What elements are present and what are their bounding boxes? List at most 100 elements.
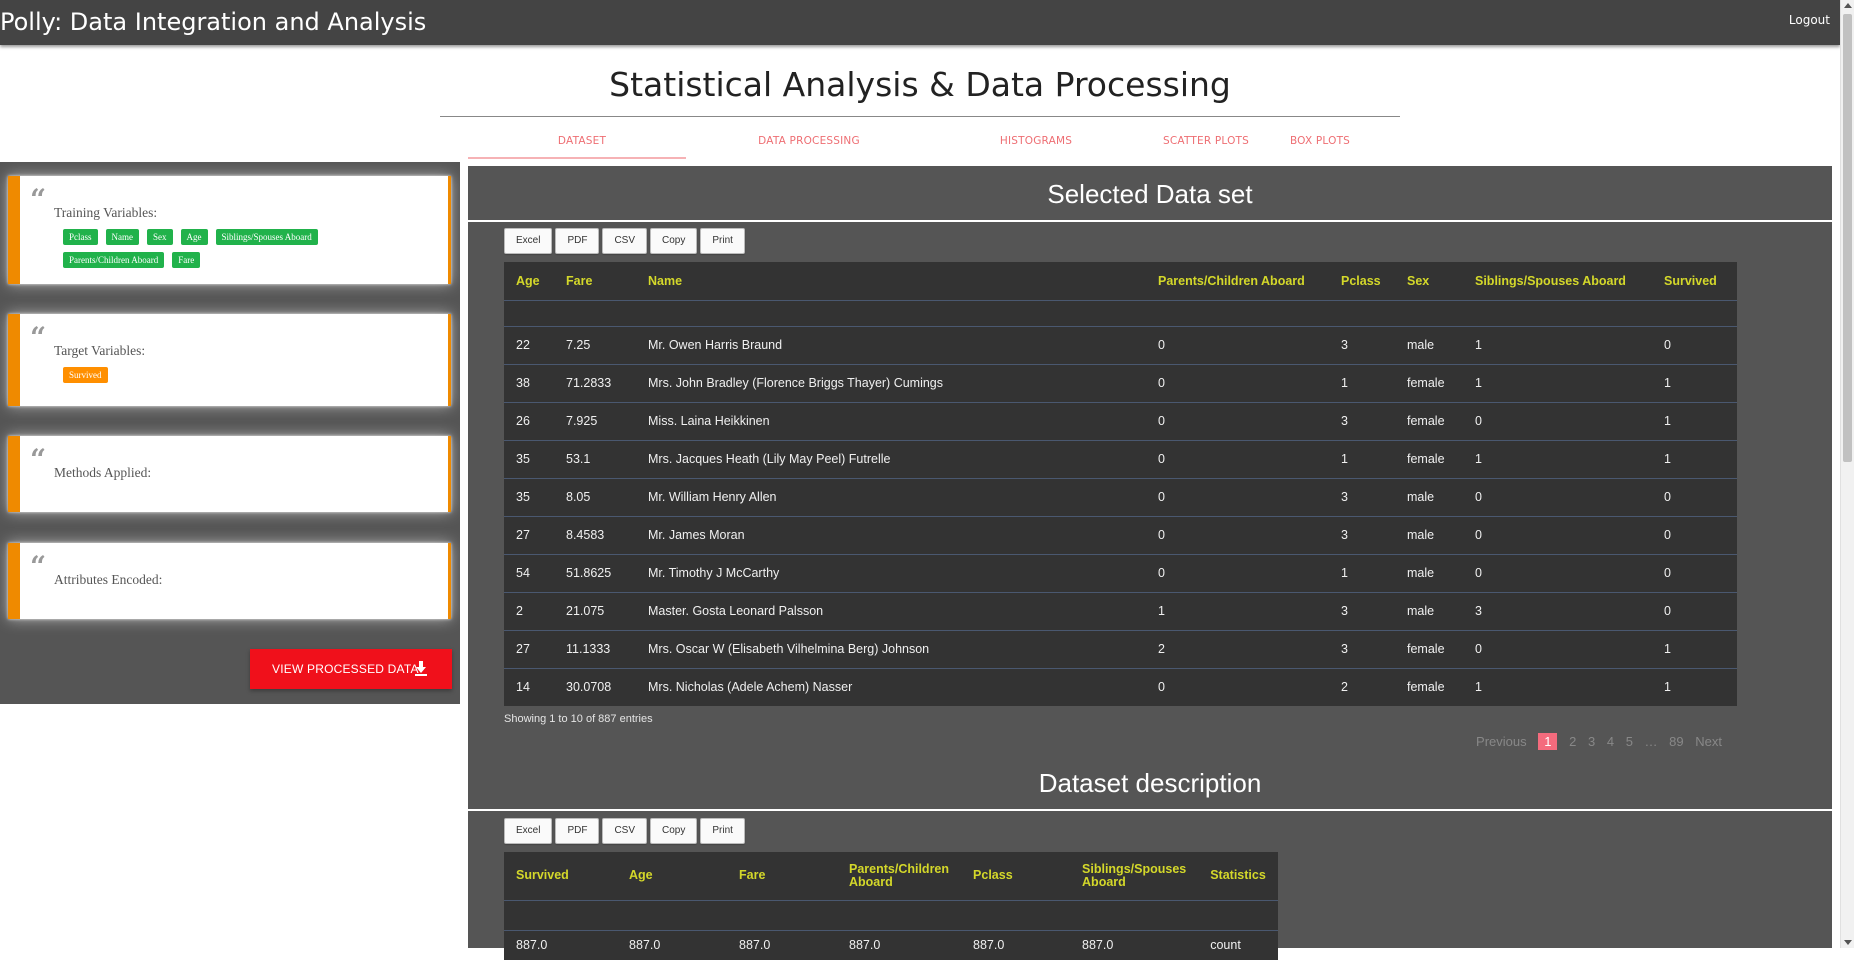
excel-button[interactable]: Excel <box>504 818 553 844</box>
copy-button[interactable]: Copy <box>650 228 698 254</box>
table-row: 38 71.2833 Mrs. John Bradley (Florence Bri… <box>504 363 1737 402</box>
table-cell: 14 <box>504 667 554 706</box>
pagination-page[interactable]: 5 <box>1626 734 1633 749</box>
table-row: 27 11.1333 Mrs. Oscar W (Elisabeth Vilhelm… <box>504 629 1737 668</box>
table-cell: 0 <box>1463 629 1652 668</box>
table-cell: 0 <box>1652 591 1737 630</box>
csv-button[interactable]: CSV <box>602 818 648 844</box>
table-cell: Mrs. Oscar W (Elisabeth Vilhelmina Berg)… <box>636 629 1146 668</box>
pagination-previous[interactable]: Previous <box>1476 734 1527 749</box>
table-cell: 0 <box>1463 401 1652 440</box>
left-sidebar: “ Training Variables: Pclass Name Sex Age Si… <box>0 162 460 704</box>
tab-dataset[interactable]: DATASET <box>558 135 606 147</box>
table-cell: Mr. Owen Harris Braund <box>636 325 1146 364</box>
table-cell: 0 <box>1146 553 1329 592</box>
table-cell: Master. Gosta Leonard Palsson <box>636 591 1146 630</box>
page-scrollbar[interactable] <box>1840 0 1854 948</box>
table-cell: 30.0708 <box>554 667 636 706</box>
training-variables-title: Training Variables: <box>54 205 158 220</box>
table-cell: Mrs. Nicholas (Adele Achem) Nasser <box>636 667 1146 706</box>
table-cell: 0 <box>1652 553 1737 592</box>
table-cell: 7.25 <box>554 325 636 364</box>
table-cell: female <box>1395 629 1463 668</box>
scrollbar-thumb[interactable] <box>1843 14 1852 462</box>
pagination-ellipsis: … <box>1644 734 1658 749</box>
table-cell: Mr. William Henry Allen <box>636 477 1146 516</box>
print-button[interactable]: Print <box>700 818 745 844</box>
column-header[interactable]: Fare <box>554 262 636 300</box>
view-processed-data-button[interactable]: VIEW PROCESSED DATA <box>250 649 452 689</box>
pagination-page[interactable]: 4 <box>1607 734 1614 749</box>
tab-scatter-plots[interactable]: SCATTER PLOTS <box>1163 135 1249 147</box>
table-cell: 35 <box>504 477 554 516</box>
tab-bar: DATASET DATA PROCESSING HISTOGRAMS SCATT… <box>0 135 1840 159</box>
pdf-button[interactable]: PDF <box>555 228 600 254</box>
target-variables-title: Target Variables: <box>54 343 146 358</box>
table-cell: 0 <box>1146 401 1329 440</box>
column-header[interactable]: Statistics <box>1198 852 1278 900</box>
column-header[interactable]: Age <box>504 262 554 300</box>
table-cell: 0 <box>1146 515 1329 554</box>
pagination-next[interactable]: Next <box>1695 734 1722 749</box>
table-cell: Mr. Timothy J McCarthy <box>636 553 1146 592</box>
chip-siblings-spouses: Siblings/Spouses Aboard <box>215 229 318 245</box>
table-cell: 887.0 <box>504 929 617 960</box>
column-header[interactable]: Survived <box>1652 262 1737 300</box>
tab-data-processing[interactable]: DATA PROCESSING <box>758 135 860 147</box>
table-cell: 3 <box>1329 515 1395 554</box>
column-header[interactable]: Siblings/Spouses Aboard <box>1070 852 1198 900</box>
column-header[interactable]: Survived <box>504 852 617 900</box>
column-header[interactable]: Name <box>636 262 1146 300</box>
pdf-button[interactable]: PDF <box>555 818 600 844</box>
excel-button[interactable]: Excel <box>504 228 553 254</box>
table-cell: 1 <box>1652 363 1737 402</box>
column-header[interactable]: Sex <box>1395 262 1463 300</box>
table-cell: 1 <box>1463 325 1652 364</box>
table-cell: male <box>1395 477 1463 516</box>
target-variables-chips: Survived <box>63 363 393 386</box>
table-row: 2 21.075 Master. Gosta Leonard Palsson 1 3 ma… <box>504 591 1737 630</box>
page-title: Statistical Analysis & Data Processing <box>609 65 1231 104</box>
table-cell: female <box>1395 401 1463 440</box>
chip-parents-children: Parents/Children Aboard <box>63 252 165 268</box>
active-tab-indicator <box>468 157 686 159</box>
table-cell: 887.0 <box>1070 929 1199 960</box>
scroll-down-arrow-icon[interactable] <box>1844 940 1852 945</box>
column-header[interactable]: Parents/Children Aboard <box>1146 262 1329 300</box>
app-title: Polly: Data Integration and Analysis <box>0 8 427 36</box>
scroll-up-arrow-icon[interactable] <box>1844 3 1852 8</box>
table-cell: 8.4583 <box>554 515 636 554</box>
column-header[interactable]: Pclass <box>961 852 1070 900</box>
pagination-page[interactable]: 1 <box>1538 733 1558 750</box>
table-row: 22 7.25 Mr. Owen Harris Braund 0 3 male 1 0 <box>504 325 1737 364</box>
column-header[interactable]: Pclass <box>1329 262 1395 300</box>
print-button[interactable]: Print <box>700 228 745 254</box>
table-cell: 1 <box>1652 629 1737 668</box>
pagination-page[interactable]: 89 <box>1669 734 1683 749</box>
csv-button[interactable]: CSV <box>602 228 648 254</box>
column-header[interactable]: Siblings/Spouses Aboard <box>1463 262 1652 300</box>
table-cell: 26 <box>504 401 554 440</box>
table-cell: 27 <box>504 629 554 668</box>
column-header[interactable]: Parents/Children Aboard <box>837 852 961 900</box>
logout-link[interactable]: Logout <box>1789 13 1830 27</box>
table-cell: Mr. James Moran <box>636 515 1146 554</box>
column-header[interactable]: Age <box>617 852 727 900</box>
table-cell: 0 <box>1652 515 1737 554</box>
pagination-page[interactable]: 2 <box>1569 734 1576 749</box>
column-header[interactable]: Fare <box>727 852 837 900</box>
table-row: 35 53.1 Mrs. Jacques Heath (Lily May Peel)… <box>504 439 1737 478</box>
tab-histograms[interactable]: HISTOGRAMS <box>1000 135 1072 147</box>
table-cell: male <box>1395 515 1463 554</box>
table-cell: 887.0 <box>961 929 1071 960</box>
table-row: 54 51.8625 Mr. Timothy J McCarthy 0 1 male 0 0 <box>504 553 1737 592</box>
table-cell: 1 <box>1463 363 1652 402</box>
table-row: 26 7.925 Miss. Laina Heikkinen 0 3 female 0 1 <box>504 401 1737 440</box>
table-row: 887.0 887.0 887.0 887.0 887.0 887.0 count <box>504 929 1278 960</box>
table-cell: 0 <box>1146 363 1329 402</box>
copy-button[interactable]: Copy <box>650 818 698 844</box>
tab-box-plots[interactable]: BOX PLOTS <box>1290 135 1350 147</box>
pagination-page[interactable]: 3 <box>1588 734 1595 749</box>
table-cell: 3 <box>1329 591 1395 630</box>
training-variables-chips: Pclass Name Sex Age Siblings/Spouses Aboard P… <box>63 225 393 271</box>
